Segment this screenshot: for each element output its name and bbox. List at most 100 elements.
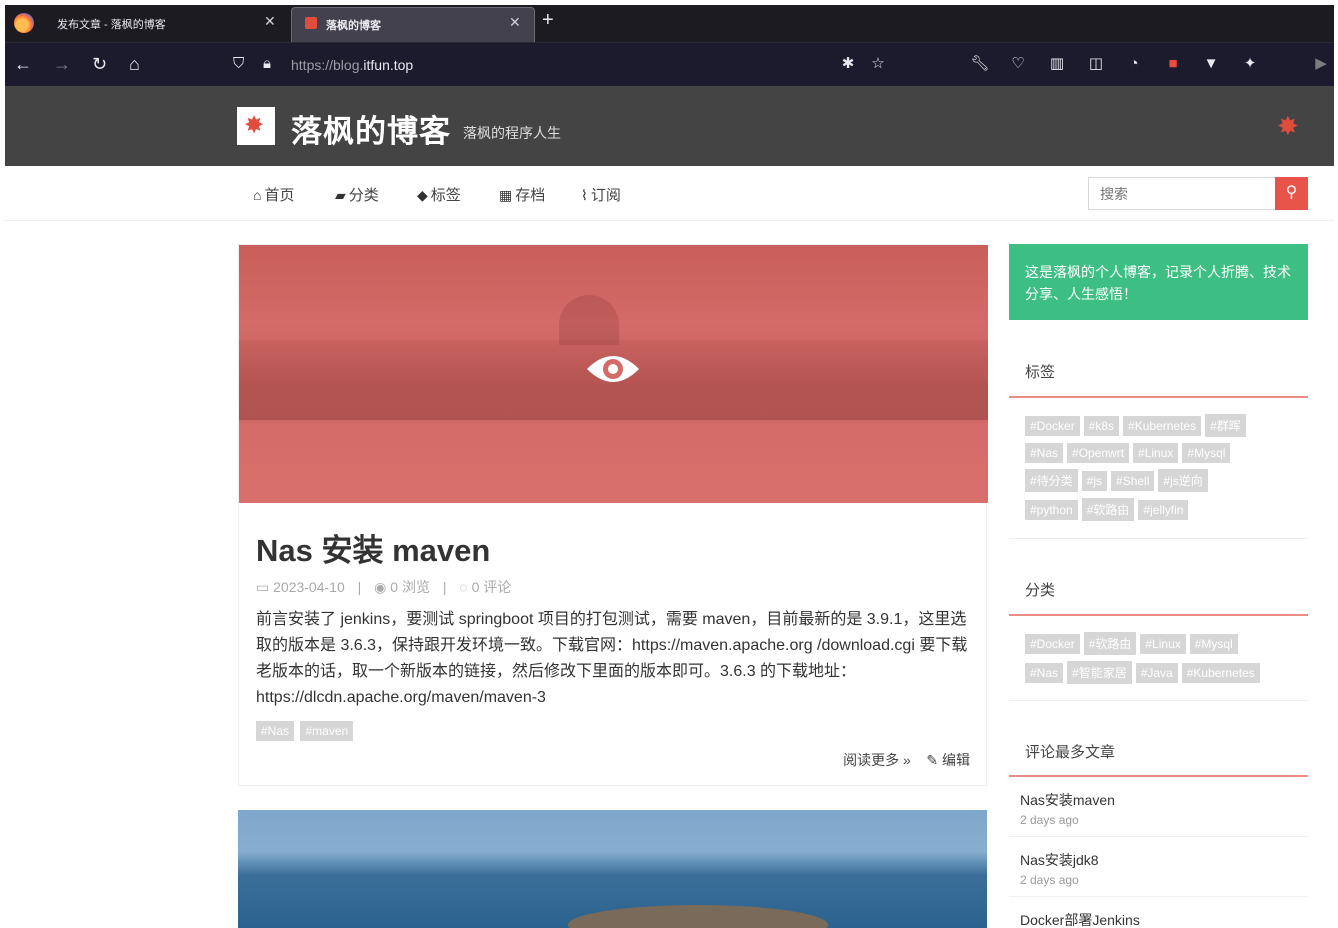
edit-link[interactable]: 编辑 bbox=[942, 752, 970, 768]
list-item[interactable]: Docker部署Jenkins bbox=[1020, 910, 1140, 928]
url-bar[interactable]: ⛉ 🔒︎ https://blog.itfun.top bbox=[227, 50, 913, 80]
post-title[interactable]: Nas 安装 maven bbox=[256, 525, 490, 570]
bookmark-star-icon[interactable]: ☆ bbox=[868, 54, 888, 74]
pocket-icon[interactable]: ♡ bbox=[1008, 54, 1028, 74]
rss-icon: ⌇ bbox=[581, 187, 588, 203]
category-chip[interactable]: #Nas bbox=[1025, 663, 1064, 683]
widget-title: 标签 bbox=[1025, 364, 1056, 381]
tag-chip[interactable]: #Openwrt bbox=[1067, 443, 1130, 463]
site-header: ✸ 落枫的博客 落枫的程序人生 ✸ bbox=[5, 86, 1334, 166]
hot-posts-widget: 评论最多文章 Nas安装maven 2 days ago Nas安装jdk8 2… bbox=[1009, 724, 1308, 928]
tag-chip[interactable]: #群晖 bbox=[1205, 414, 1246, 437]
extension-icon[interactable]: ✦ bbox=[1240, 54, 1260, 74]
tag-chip[interactable]: #Kubernetes bbox=[1123, 416, 1202, 436]
post-tags: #Nas #maven bbox=[256, 721, 355, 741]
tag-chip[interactable]: #Docker bbox=[1025, 416, 1080, 436]
tag-chip[interactable]: #待分类 bbox=[1025, 469, 1078, 492]
home-icon[interactable]: ⌂ bbox=[129, 52, 140, 76]
eye-icon bbox=[587, 356, 639, 382]
close-icon[interactable]: ✕ bbox=[509, 14, 521, 31]
hot-post-title[interactable]: Nas安装jdk8 bbox=[1020, 850, 1099, 870]
category-list: #Docker #软路由 #Linux #Mysql #Nas #智能家居 #Java #K… bbox=[1025, 632, 1305, 690]
eye-icon: ◉ bbox=[374, 579, 387, 595]
browser-nav-bar: ← → ↻ ⌂ ⛉ 🔒︎ https://blog.itfun.top ✱ ☆ … bbox=[5, 42, 1334, 86]
close-icon[interactable]: ✕ bbox=[264, 13, 276, 30]
archive-icon: ▦ bbox=[499, 187, 513, 203]
menu-item-home[interactable]: ⌂ 首页 bbox=[253, 184, 294, 205]
clock-icon[interactable]: ◔ bbox=[1124, 54, 1144, 74]
library-icon[interactable]: ▥ bbox=[1047, 54, 1067, 74]
widget-title: 分类 bbox=[1025, 582, 1056, 599]
tag-chip[interactable]: #js bbox=[1081, 471, 1108, 491]
sidebar-icon[interactable]: ◫ bbox=[1086, 54, 1106, 74]
overflow-arrow-icon[interactable]: ▶ bbox=[1311, 54, 1331, 74]
hot-post-title[interactable]: Nas安装maven bbox=[1020, 790, 1115, 810]
category-chip[interactable]: #Docker bbox=[1025, 634, 1080, 654]
tags-widget: 标签 #Docker #k8s #Kubernetes #群晖 #Nas #Openwr… bbox=[1009, 344, 1308, 544]
camera-icon[interactable]: ■ bbox=[1163, 54, 1183, 74]
tag-chip[interactable]: #Nas bbox=[256, 721, 295, 741]
tag-chip[interactable]: #jellyfin bbox=[1138, 500, 1189, 520]
tag-chip[interactable]: #Mysql bbox=[1182, 443, 1231, 463]
site-logo[interactable]: ✸ bbox=[237, 107, 275, 145]
category-chip[interactable]: #Kubernetes bbox=[1181, 663, 1260, 683]
tag-chip[interactable]: #k8s bbox=[1083, 416, 1120, 436]
calendar-icon: ▭ bbox=[256, 579, 270, 595]
category-chip[interactable]: #Linux bbox=[1140, 634, 1186, 654]
search-input[interactable] bbox=[1088, 177, 1276, 210]
browser-tab-publish[interactable]: 发布文章 - 落枫的博客 ✕ bbox=[31, 5, 289, 42]
categories-widget: 分类 #Docker #软路由 #Linux #Mysql #Nas #智能家居 #Jav… bbox=[1009, 562, 1308, 702]
new-tab-button[interactable]: + bbox=[542, 9, 554, 32]
menu-item-rss[interactable]: ⌇ 订阅 bbox=[581, 184, 621, 205]
hot-post-time: 2 days ago bbox=[1020, 813, 1079, 827]
main-menu: ⌂首页 ▰分类 ◆标签 ▦存档 ⌇订阅 ⚲ bbox=[5, 166, 1334, 221]
list-item[interactable]: Nas安装jdk8 2 days ago bbox=[1020, 850, 1099, 887]
list-item[interactable]: Nas安装maven 2 days ago bbox=[1020, 790, 1115, 827]
post-card: Nas 安装 maven ▭ 2023-04-10 | ◉ 0 浏览 | ◌ 0… bbox=[238, 244, 988, 786]
tag-chip[interactable]: #Linux bbox=[1133, 443, 1179, 463]
lock-icon[interactable]: 🔒︎ bbox=[263, 55, 271, 72]
pencil-icon: ✎ bbox=[926, 752, 939, 768]
tag-chip[interactable]: #python bbox=[1025, 500, 1078, 520]
menu-item-tags[interactable]: ◆ 标签 bbox=[417, 184, 461, 205]
site-title[interactable]: 落枫的博客 bbox=[291, 106, 451, 151]
comment-icon: ◌ bbox=[459, 579, 468, 595]
menu-item-archive[interactable]: ▦ 存档 bbox=[499, 184, 545, 205]
forward-arrow-icon[interactable]: → bbox=[53, 52, 71, 76]
shield-icon[interactable]: ⛉ bbox=[233, 55, 244, 72]
tag-chip[interactable]: #软路由 bbox=[1081, 498, 1135, 521]
intro-text: 这是落枫的个人博客，记录个人折腾、技术分享、人生感悟！ bbox=[1025, 264, 1291, 302]
wrench-icon[interactable]: 🔧︎ bbox=[970, 54, 990, 74]
bug-icon[interactable]: ✱ bbox=[838, 54, 858, 74]
favicon-icon bbox=[305, 17, 317, 29]
post-cover-image[interactable] bbox=[238, 810, 987, 928]
hot-post-title[interactable]: Docker部署Jenkins bbox=[1020, 910, 1140, 928]
post-comments[interactable]: 0 评论 bbox=[472, 579, 512, 595]
tag-chip[interactable]: #js逆向 bbox=[1158, 469, 1208, 492]
category-chip[interactable]: #智能家居 bbox=[1067, 661, 1132, 684]
intro-box: 这是落枫的个人博客，记录个人折腾、技术分享、人生感悟！ bbox=[1009, 244, 1308, 320]
read-more-link[interactable]: 阅读更多 » bbox=[843, 752, 911, 768]
tab-title: 落枫的博客 bbox=[326, 20, 381, 32]
reload-icon[interactable]: ↻ bbox=[92, 52, 107, 76]
post-actions: 阅读更多 » ✎ 编辑 bbox=[843, 750, 970, 770]
tab-title: 发布文章 - 落枫的博客 bbox=[57, 19, 166, 31]
category-chip[interactable]: #Mysql bbox=[1189, 634, 1238, 654]
category-chip[interactable]: #软路由 bbox=[1083, 632, 1137, 655]
tag-icon: ◆ bbox=[417, 187, 428, 203]
home-icon: ⌂ bbox=[253, 187, 262, 203]
site-tagline: 落枫的程序人生 bbox=[463, 125, 561, 141]
tag-chip[interactable]: #Nas bbox=[1025, 443, 1064, 463]
tag-chip[interactable]: #maven bbox=[300, 721, 354, 741]
tag-chip[interactable]: #Shell bbox=[1111, 471, 1155, 491]
vue-devtools-icon[interactable]: ▼ bbox=[1201, 54, 1221, 74]
browser-tab-blog[interactable]: 落枫的博客 ✕ bbox=[291, 7, 535, 42]
back-arrow-icon[interactable]: ← bbox=[14, 52, 32, 76]
search-button[interactable]: ⚲ bbox=[1275, 177, 1308, 210]
menu-item-categories[interactable]: ▰ 分类 bbox=[335, 184, 379, 205]
tag-cloud: #Docker #k8s #Kubernetes #群晖 #Nas #Openwrt #L… bbox=[1025, 414, 1305, 527]
browser-tab-bar: 发布文章 - 落枫的博客 ✕ 落枫的博客 ✕ + bbox=[5, 5, 1334, 42]
url-text[interactable]: https://blog.itfun.top bbox=[291, 57, 413, 73]
category-chip[interactable]: #Java bbox=[1135, 663, 1178, 683]
post-cover-image[interactable] bbox=[239, 245, 988, 503]
